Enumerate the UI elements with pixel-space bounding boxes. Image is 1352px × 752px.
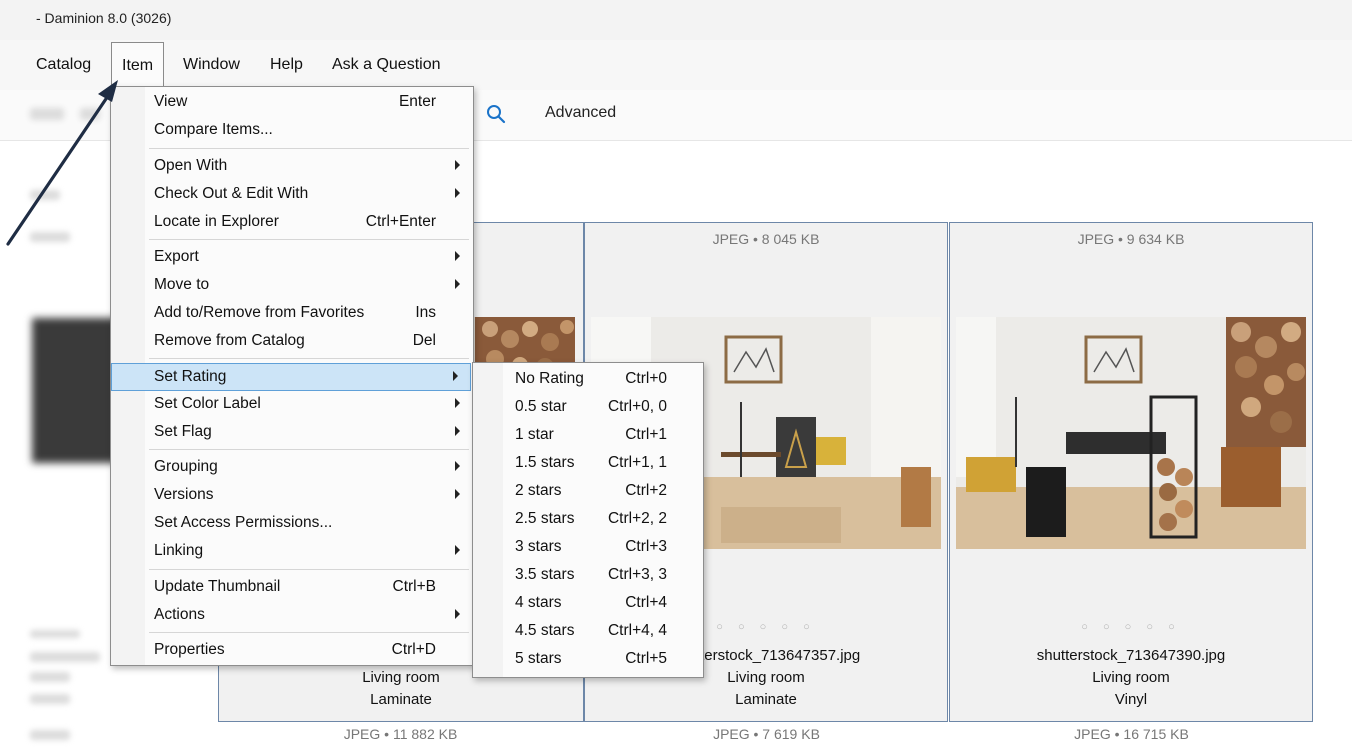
menu-item-set-color-label[interactable]: Set Color Label <box>112 391 472 417</box>
submenu-arrow-icon <box>455 426 460 436</box>
floor-tag: Laminate <box>370 691 432 708</box>
blurred-label <box>30 652 100 662</box>
menu-item-export[interactable]: Export <box>112 244 472 270</box>
rating-option-2-5[interactable]: 2.5 stars Ctrl+2, 2 <box>473 505 703 533</box>
menu-separator <box>149 239 469 240</box>
item-menu-dropdown: View Enter Compare Items... Open With Ch… <box>110 86 474 666</box>
annotation-arrow-icon <box>6 80 118 246</box>
blurred-label <box>30 672 70 682</box>
rating-option-0-5[interactable]: 0.5 star Ctrl+0, 0 <box>473 393 703 421</box>
submenu-arrow-icon <box>455 609 460 619</box>
menu-ask-a-question[interactable]: Ask a Question <box>332 56 441 74</box>
item-card[interactable]: JPEG • 9 634 KB ○ ○ ○ ○ ○ shutterstock_7… <box>949 222 1313 722</box>
menu-item-properties[interactable]: Properties Ctrl+D <box>112 637 472 663</box>
rating-option-4[interactable]: 4 stars Ctrl+4 <box>473 589 703 617</box>
file-meta: JPEG • 16 715 KB <box>1074 726 1189 742</box>
blurred-rating <box>30 630 80 638</box>
menu-item-open-with[interactable]: Open With <box>112 153 472 179</box>
file-meta: JPEG • 9 634 KB <box>1077 231 1185 247</box>
submenu-arrow-icon <box>455 160 460 170</box>
menu-bar: Catalog Item Window Help Ask a Question <box>0 40 1352 91</box>
blurred-label <box>30 694 70 704</box>
file-meta: JPEG • 8 045 KB <box>712 231 820 247</box>
submenu-arrow-icon <box>455 251 460 261</box>
set-rating-submenu: No Rating Ctrl+0 0.5 star Ctrl+0, 0 1 st… <box>472 362 704 678</box>
menu-item-move-to[interactable]: Move to <box>112 272 472 298</box>
room-tag: Living room <box>1092 669 1170 686</box>
menu-item-set-flag[interactable]: Set Flag <box>112 419 472 445</box>
menu-item-check-out-edit-with[interactable]: Check Out & Edit With <box>112 181 472 207</box>
menu-help[interactable]: Help <box>270 56 303 74</box>
menu-item-view[interactable]: View Enter <box>112 89 472 115</box>
menu-separator <box>149 449 469 450</box>
menu-separator <box>149 632 469 633</box>
menu-item-update-thumbnail[interactable]: Update Thumbnail Ctrl+B <box>112 574 472 600</box>
rating-option-5[interactable]: 5 stars Ctrl+5 <box>473 645 703 673</box>
menu-item-actions[interactable]: Actions <box>112 602 472 628</box>
rating-option-1-5[interactable]: 1.5 stars Ctrl+1, 1 <box>473 449 703 477</box>
submenu-arrow-icon <box>455 489 460 499</box>
rating-option-4-5[interactable]: 4.5 stars Ctrl+4, 4 <box>473 617 703 645</box>
rating-option-3-5[interactable]: 3.5 stars Ctrl+3, 3 <box>473 561 703 589</box>
menu-item-set-rating[interactable]: Set Rating <box>111 363 471 391</box>
menu-separator <box>149 569 469 570</box>
advanced-search-link[interactable]: Advanced <box>545 104 616 122</box>
rating-option-1[interactable]: 1 star Ctrl+1 <box>473 421 703 449</box>
menu-window[interactable]: Window <box>183 56 240 74</box>
menu-catalog[interactable]: Catalog <box>36 56 91 74</box>
floor-tag: Vinyl <box>1114 691 1148 708</box>
rating-stars[interactable]: ○ ○ ○ ○ ○ <box>950 621 1312 633</box>
menu-item-versions[interactable]: Versions <box>112 482 472 508</box>
menu-item-compare-items[interactable]: Compare Items... <box>112 117 472 143</box>
menu-separator <box>149 358 469 359</box>
file-meta: JPEG • 11 882 KB <box>343 726 458 742</box>
submenu-arrow-icon <box>453 371 458 381</box>
search-icon[interactable] <box>486 104 506 124</box>
menu-item-set-access-permissions[interactable]: Set Access Permissions... <box>112 510 472 536</box>
file-name: shutterstock_713647390.jpg <box>1036 647 1226 664</box>
menu-item-favorites[interactable]: Add to/Remove from Favorites Ins <box>112 300 472 326</box>
submenu-arrow-icon <box>455 188 460 198</box>
menu-item-linking[interactable]: Linking <box>112 538 472 564</box>
rating-option-2[interactable]: 2 stars Ctrl+2 <box>473 477 703 505</box>
item-thumbnail[interactable] <box>956 317 1306 549</box>
menu-separator <box>149 148 469 149</box>
file-meta: JPEG • 7 619 KB <box>713 726 820 742</box>
rating-option-3[interactable]: 3 stars Ctrl+3 <box>473 533 703 561</box>
floor-tag: Laminate <box>735 691 797 708</box>
submenu-arrow-icon <box>455 398 460 408</box>
menu-item-grouping[interactable]: Grouping <box>112 454 472 480</box>
window-title: - Daminion 8.0 (3026) <box>36 10 172 26</box>
thumbnail-image <box>956 317 1306 549</box>
submenu-arrow-icon <box>455 279 460 289</box>
submenu-arrow-icon <box>455 545 460 555</box>
submenu-arrow-icon <box>455 461 460 471</box>
rating-option-none[interactable]: No Rating Ctrl+0 <box>473 365 703 393</box>
menu-item-locate-in-explorer[interactable]: Locate in Explorer Ctrl+Enter <box>112 209 472 235</box>
title-bar: - Daminion 8.0 (3026) <box>0 0 1352 40</box>
blurred-label <box>30 730 70 740</box>
menu-item-remove-from-catalog[interactable]: Remove from Catalog Del <box>112 328 472 354</box>
